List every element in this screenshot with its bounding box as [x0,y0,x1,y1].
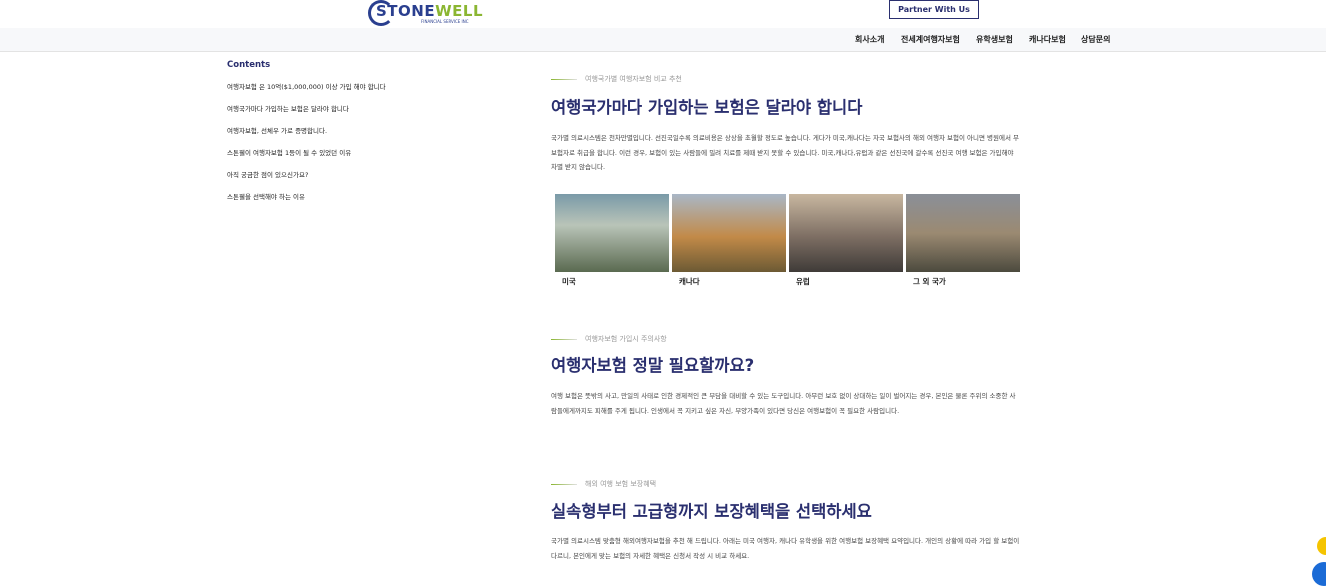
section-tag-text: 여행자보험 가입시 주의사항 [585,335,667,343]
nav-item-consult[interactable]: 상담문의 [1081,34,1110,45]
accent-line [551,483,577,485]
section-tag-text: 여행국가별 여행자보험 비교 추천 [585,75,682,83]
country-label: 유럽 [796,277,810,286]
country-label: 미국 [562,277,576,286]
country-label: 그 외 국가 [913,277,946,286]
section-body: 국가별 의료시스템은 천차만별입니다. 선진국일수록 의료비용은 상상을 초월할… [551,134,1019,171]
nav-item-student-insurance[interactable]: 유학생보험 [976,34,1013,45]
nav-item-canada-insurance[interactable]: 캐나다보험 [1029,34,1066,45]
accent-line [551,78,577,80]
contents-item[interactable]: 여행자보험 은 10억($1,000,000) 이상 가입 해야 합니다 [227,82,427,104]
section-title: 실속형부터 고급형까지 보장혜택을 선택하세요 [551,502,872,521]
main-nav: 회사소개 전세계여행자보험 유학생보험 캐나다보험 상담문의 [0,28,1326,52]
contents-sidebar: Contents 여행자보험 은 10억($1,000,000) 이상 가입 해… [227,60,427,214]
nav-item-about[interactable]: 회사소개 [855,34,884,45]
section-tag-text: 해외 여행 보험 보장혜택 [585,480,657,488]
nav-item-travel-insurance[interactable]: 전세계여행자보험 [901,34,960,45]
country-card-canada[interactable]: 캐나다 [672,194,786,287]
contents-item[interactable]: 아직 궁금한 점이 있으신가요? [227,170,427,192]
section-title: 여행자보험 정말 필요할까요? [551,356,755,375]
top-bar: STONEWELL FINANCIAL SERVICE INC Partner … [0,0,1326,28]
logo-text: STONEWELL [376,2,484,20]
country-photo-grid: 미국 캐나다 유럽 그 외 국가 [555,194,1021,287]
kakao-chat-icon[interactable] [1317,537,1326,555]
partner-with-us-button[interactable]: Partner With Us [889,0,979,19]
chat-bubble-icon[interactable] [1312,562,1326,586]
contents-title: Contents [227,60,271,70]
section-body: 여행 보험은 뜻밖의 사고, 만일의 사태로 인한 경제적인 큰 부담을 대비할… [551,392,1016,415]
country-card-other[interactable]: 그 외 국가 [906,194,1020,287]
logo-subtitle: FINANCIAL SERVICE INC [421,19,469,24]
europe-photo [789,194,903,272]
country-card-europe[interactable]: 유럽 [789,194,903,287]
contents-item[interactable]: 스톤웰이 여행자보험 1등이 될 수 있었던 이유 [227,148,427,170]
country-label: 캐나다 [679,277,700,286]
contents-item[interactable]: 여행자보험, 선체우 가로 증명합니다. [227,126,427,148]
section-tag: 여행자보험 가입시 주의사항 [551,334,667,344]
usa-photo [555,194,669,272]
other-countries-photo [906,194,1020,272]
contents-item[interactable]: 스톤웰을 선택해야 하는 이유 [227,192,427,214]
country-card-usa[interactable]: 미국 [555,194,669,287]
contents-item[interactable]: 여행국가마다 가입하는 보험은 달라야 합니다 [227,104,427,126]
canada-photo [672,194,786,272]
section-tag: 해외 여행 보험 보장혜택 [551,479,656,489]
section-tag: 여행국가별 여행자보험 비교 추천 [551,74,682,84]
section-body: 국가별 의료시스템 맞춤형 해외여행자보험을 추천 해 드립니다. 아래는 미국… [551,537,1020,560]
accent-line [551,338,577,340]
section-title: 여행국가마다 가입하는 보험은 달라야 합니다 [551,98,863,117]
